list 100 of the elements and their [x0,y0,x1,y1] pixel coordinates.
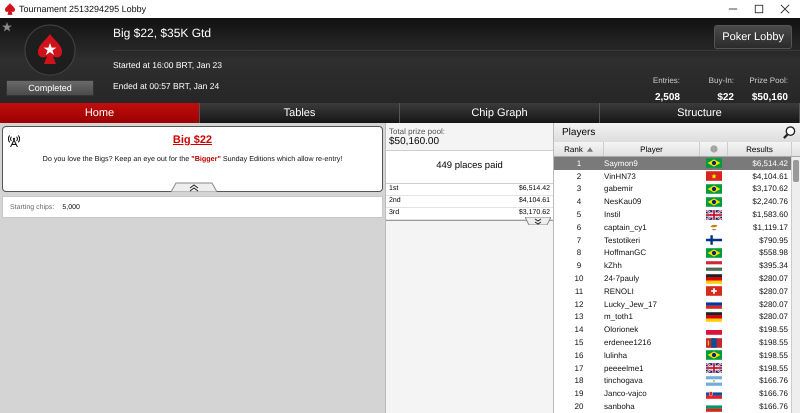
player-row[interactable]: 1 Saymon9 $6,514.42 [554,157,791,170]
result-cell-text: $280.07 [758,286,789,296]
player-cell-text: Testotikeri [604,236,642,245]
player-cell-text: Janco-vajco [604,389,648,398]
poker-lobby-button[interactable]: Poker Lobby [714,25,792,49]
rank-cell-text: 9 [576,261,582,270]
stat-value: $22 [717,92,734,103]
players-title: Players [562,127,596,138]
rank-cell-text: 11 [574,286,584,296]
result-cell-text: $3,170.62 [751,184,789,194]
player-row[interactable]: 20 sanboha $166.76 [554,400,791,413]
result-cell-text: $166.76 [758,376,789,386]
flag-icon [706,260,722,271]
player-row[interactable]: 3 gabemir $3,170.62 [554,182,791,196]
player-cell-text: VinHN73 [604,172,637,181]
flag-icon [706,363,722,374]
result-cell-text: $1,119.17 [752,222,789,232]
tab[interactable]: Structure [600,103,800,123]
player-row[interactable]: 9 kZhh $395.34 [554,259,791,272]
flag-icon [706,171,722,182]
player-row[interactable]: 11 RENOLI $280.07 [554,284,791,298]
flag-icon [706,312,722,322]
rank-cell-text: 4 [576,197,582,206]
tab[interactable]: Tables [200,103,400,123]
flag-icon [706,338,722,348]
column-header[interactable]: Player [604,142,700,156]
expand-icon[interactable] [525,217,551,225]
result-cell-text: $280.07 [758,274,789,284]
rank-cell-text: 15 [574,338,584,348]
player-cell-text: RENOLI [604,286,635,296]
stat-label: Buy-In: [708,76,734,85]
player-row[interactable]: 7 Testotikeri $790.95 [554,234,791,247]
player-cell-text: peeeelme1 [604,364,645,373]
result-cell-text: $2,240.76 [751,197,789,206]
start-time: Started at 16:00 BRT, Jan 23 [113,60,222,70]
result-cell-text: $166.76 [758,389,789,398]
player-cell-text: NesKau09 [604,197,642,206]
close-icon[interactable] [780,4,790,14]
spade-logo-icon [5,3,15,15]
flag-icon [706,235,722,246]
tournament-name: Big $22, $35K Gtd [113,26,212,40]
star-icon[interactable] [2,22,12,32]
player-row[interactable]: 5 Instil $1,583.60 [554,208,791,221]
flag-icon [706,286,722,296]
result-cell-text: $4,104.61 [751,172,789,181]
player-cell-text: 24-7pauly [604,274,640,284]
player-cell-text: erdenee1216 [604,338,652,348]
player-row[interactable]: 6 captain_cy1 $1,119.17 [554,220,791,234]
collapse-icon[interactable] [171,182,217,192]
result-cell-text: $198.55 [758,338,789,348]
rank-cell-text: 14 [574,325,584,334]
player-row[interactable]: 2 VinHN73 $4,104.61 [554,170,791,183]
player-row[interactable]: 15 erdenee1216 $198.55 [554,336,791,349]
flag-icon [706,210,722,220]
search-icon[interactable] [783,126,796,139]
player-cell-text: sanboha [604,402,636,412]
tab[interactable]: Chip Graph [400,103,600,123]
scrollbar[interactable] [791,157,800,413]
announcement-title[interactable]: Big $22 [172,134,212,146]
stat-label: Entries: [652,76,680,85]
player-row[interactable]: 19 Janco-vajco $166.76 [554,387,791,400]
player-cell-text: captain_cy1 [604,222,648,232]
result-cell-text: $558.98 [758,248,789,258]
tab[interactable]: Home [0,103,200,123]
stat-label: Prize Pool: [749,76,788,85]
flag-icon [706,158,722,168]
stat-value: $50,160 [752,92,788,103]
player-cell-text: HoffmanGC [604,248,648,258]
player-row[interactable]: 4 NesKau09 $2,240.76 [554,195,791,208]
player-row[interactable]: 12 Lucky_Jew_17 $280.07 [554,298,791,311]
column-header[interactable]: Rank [554,142,604,156]
rank-cell-text: 7 [576,236,582,245]
rank-cell-text: 3 [576,184,582,194]
result-cell-text: $1,583.60 [751,210,789,220]
result-cell-text: $280.07 [758,312,789,322]
result-cell-text: $198.55 [758,364,789,373]
player-cell-text: Lucky_Jew_17 [604,300,658,309]
player-row[interactable]: 8 HoffmanGC $558.98 [554,246,791,260]
player-row[interactable]: 10 24-7pauly $280.07 [554,272,791,285]
rank-cell-text: 6 [576,222,582,232]
rank-cell-text: 17 [574,364,584,373]
player-row[interactable]: 16 lulinha $198.55 [554,348,791,362]
player-cell-text: lulinha [604,350,628,360]
result-cell-text: $790.95 [758,236,789,245]
flag-icon [706,274,722,284]
player-row[interactable]: 18 tinchogava $166.76 [554,374,791,388]
player-row[interactable]: 13 m_toth1 $280.07 [554,310,791,324]
places-paid: 449 places paid [386,151,553,184]
player-row[interactable]: 17 peeeelme1 $198.55 [554,362,791,375]
player-cell-text: kZhh [604,261,623,270]
result-cell-text: $166.76 [758,402,789,412]
rank-cell-text: 5 [576,210,582,220]
maximize-icon[interactable] [754,4,764,14]
broadcast-icon [8,135,20,147]
spade-logo-icon [24,24,76,76]
result-cell-text: $280.07 [758,300,789,309]
column-header[interactable]: Results [728,142,792,156]
rank-cell-text: 16 [574,350,584,360]
player-row[interactable]: 14 Olorionek $198.55 [554,323,791,336]
rank-cell-text: 10 [574,274,584,284]
